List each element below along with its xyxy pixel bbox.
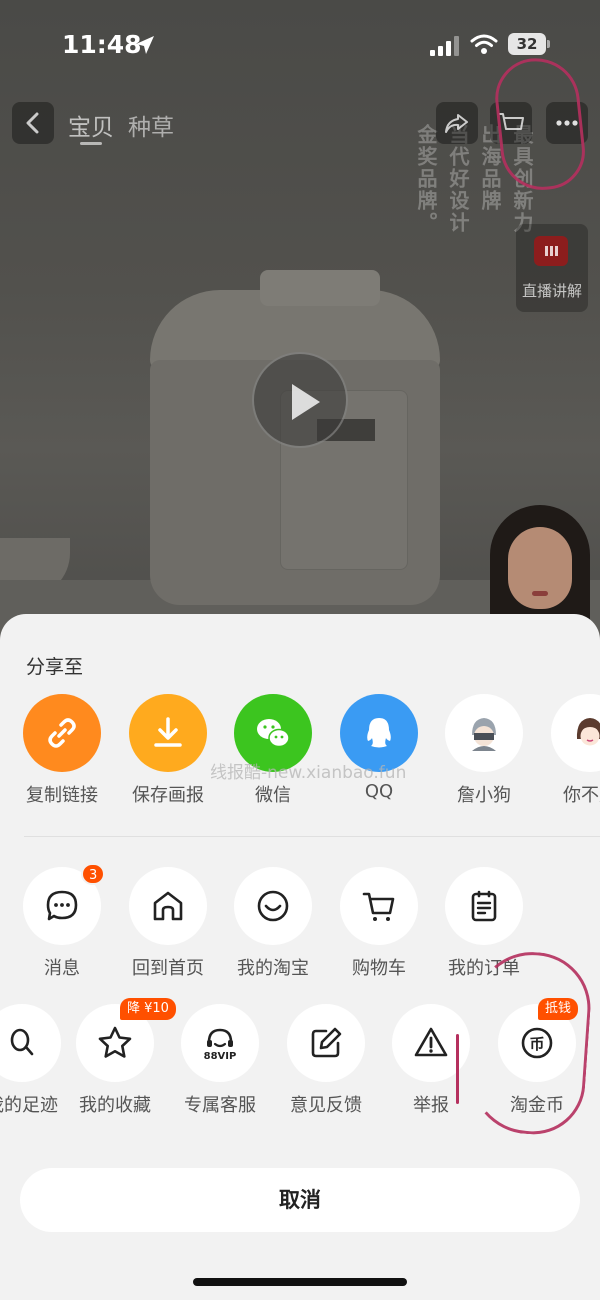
footprint-icon <box>10 1028 34 1056</box>
edit-icon <box>311 1027 342 1058</box>
share-label: 詹小狗 <box>457 785 511 806</box>
action-label: 举报 <box>413 1095 449 1116</box>
share-sheet: 分享至 复制链接 保存画报 微信 QQ 詹小狗 你不 线报酷-new.xianb… <box>0 614 600 1300</box>
qq-icon <box>367 718 391 748</box>
action-home[interactable]: 回到首页 <box>118 867 218 980</box>
share-button[interactable] <box>436 102 478 144</box>
link-icon <box>48 718 76 748</box>
location-arrow-icon <box>136 36 154 54</box>
status-time: 11:48 <box>62 30 142 59</box>
share-qq[interactable]: QQ <box>329 694 429 802</box>
order-icon <box>471 890 497 922</box>
star-icon <box>98 1026 132 1058</box>
live-explain-button[interactable]: 直播讲解 <box>516 224 588 312</box>
share-sheet-title: 分享至 <box>26 656 84 678</box>
share-label: 复制链接 <box>26 785 98 806</box>
play-button[interactable] <box>252 352 348 448</box>
live-icon <box>534 236 568 266</box>
cart-icon <box>362 892 395 921</box>
avatar-icon <box>472 718 496 751</box>
action-messages[interactable]: 3 消息 <box>12 863 112 980</box>
share-label: 保存画报 <box>132 785 204 806</box>
action-feedback[interactable]: 意见反馈 <box>276 1004 376 1117</box>
warning-icon <box>414 1027 448 1057</box>
tab-grass[interactable]: 种草 <box>128 108 174 142</box>
share-wechat[interactable]: 微信 <box>223 694 323 807</box>
share-icon <box>445 114 468 133</box>
action-label: 专属客服 <box>184 1095 256 1116</box>
share-copy-link[interactable]: 复制链接 <box>12 694 112 807</box>
message-icon <box>46 890 78 921</box>
battery-indicator: 32 <box>508 33 550 55</box>
watermark-text: 线报酷-new.xianbao.fun <box>210 763 407 783</box>
home-indicator <box>193 1278 407 1286</box>
action-my-taobao[interactable]: 我的淘宝 <box>223 867 323 980</box>
action-label: 消息 <box>44 958 80 979</box>
share-label: 你不是 <box>563 785 600 806</box>
live-label: 直播讲解 <box>521 282 582 300</box>
action-vip-service[interactable]: 88VIP 专属客服 <box>170 1004 270 1117</box>
action-label: 我的收藏 <box>79 1095 151 1116</box>
action-favorites[interactable]: 降 ¥10 我的收藏 <box>65 998 176 1117</box>
share-label: QQ <box>364 781 394 802</box>
action-label: 我的淘宝 <box>237 958 309 979</box>
action-footprints[interactable]: 我的足迹 <box>0 1004 72 1117</box>
play-icon <box>292 384 320 420</box>
tab-item[interactable]: 宝贝 <box>68 108 114 142</box>
share-label: 微信 <box>255 785 291 806</box>
signal-icon <box>430 36 459 56</box>
price-drop-badge: 降 ¥10 <box>120 998 176 1020</box>
vip-service-icon: 88VIP <box>204 1028 237 1062</box>
home-icon <box>153 891 183 921</box>
action-label: 我的足迹 <box>0 1095 58 1116</box>
action-label: 意见反馈 <box>290 1095 362 1116</box>
action-label: 购物车 <box>352 958 406 979</box>
unread-badge: 3 <box>81 863 106 885</box>
action-report[interactable]: 举报 <box>381 1004 481 1117</box>
action-cart[interactable]: 购物车 <box>329 867 429 980</box>
action-label: 回到首页 <box>132 958 204 979</box>
wifi-icon <box>470 34 498 54</box>
wechat-icon <box>257 719 290 748</box>
cancel-button[interactable]: 取消 <box>20 1168 580 1232</box>
annotation-circle <box>465 948 595 1138</box>
active-tab-indicator <box>80 142 102 145</box>
avatar-icon <box>576 718 600 746</box>
divider <box>24 836 600 837</box>
share-save-poster[interactable]: 保存画报 <box>118 694 218 807</box>
annotation-stroke <box>456 1034 459 1104</box>
share-contact[interactable]: 詹小狗 <box>434 694 534 807</box>
smile-icon <box>257 890 289 922</box>
download-icon <box>154 717 182 747</box>
vip-badge-text: 88VIP <box>204 1051 237 1062</box>
chevron-left-icon <box>26 112 39 134</box>
battery-level: 32 <box>508 33 546 55</box>
back-button[interactable] <box>12 102 54 144</box>
share-contact[interactable]: 你不是 <box>540 694 600 807</box>
